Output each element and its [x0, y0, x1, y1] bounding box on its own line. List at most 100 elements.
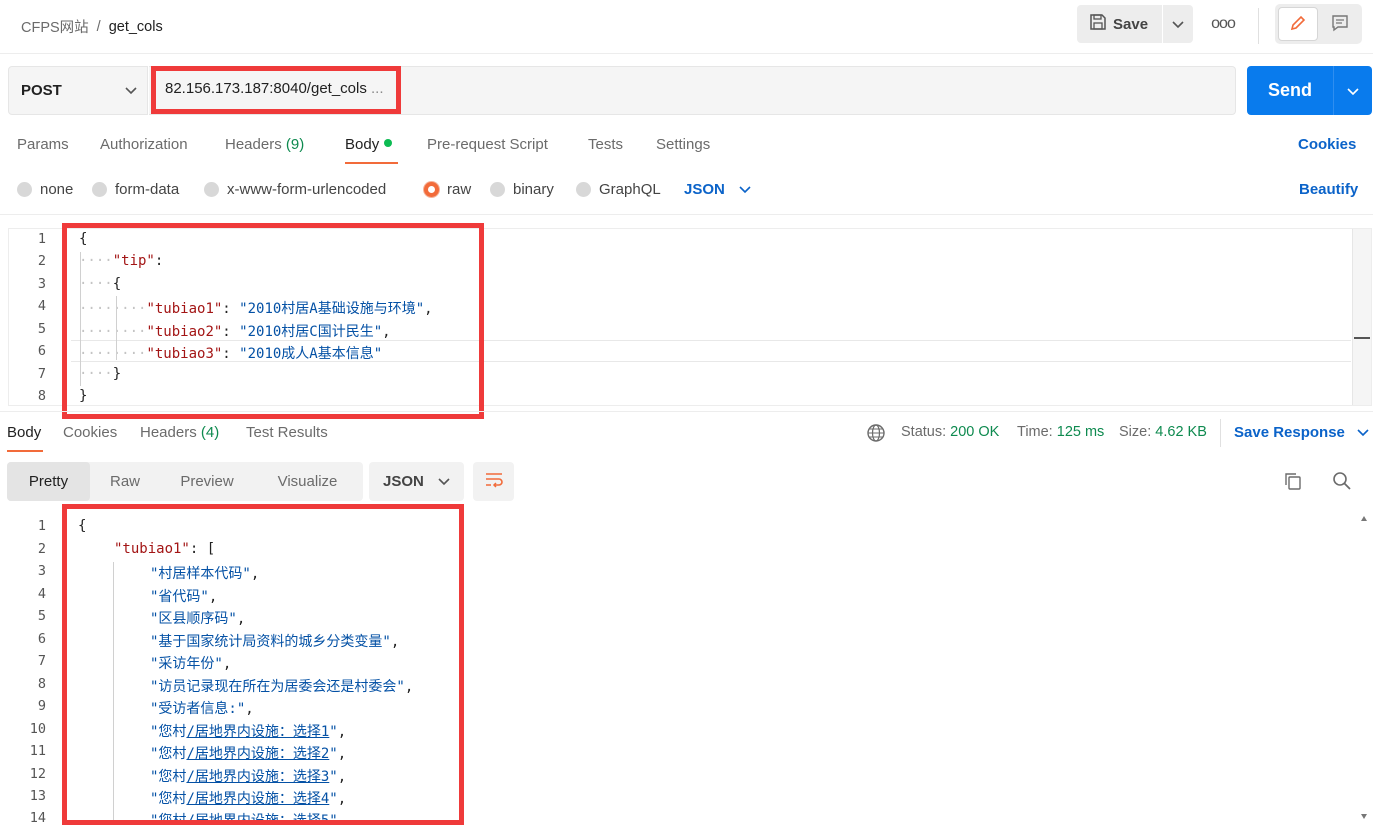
- response-tab-headers[interactable]: Headers (4): [140, 424, 219, 441]
- radio-binary-label: binary: [513, 181, 554, 198]
- divider: [0, 411, 1373, 412]
- line-number: 2: [37, 541, 46, 557]
- response-tab-body[interactable]: Body: [7, 424, 41, 441]
- radio-circle-selected: [424, 182, 439, 197]
- tab-body[interactable]: Body: [345, 136, 393, 153]
- tab-params[interactable]: Params: [17, 136, 69, 153]
- response-size[interactable]: Size: 4.62 KB: [1119, 424, 1207, 440]
- body-format-select[interactable]: JSON: [684, 181, 751, 198]
- tab-settings[interactable]: Settings: [656, 136, 710, 153]
- copy-icon: [1283, 471, 1303, 494]
- radio-raw-label: raw: [447, 181, 472, 198]
- line-number: 13: [29, 788, 46, 804]
- response-format-label: JSON: [383, 473, 424, 490]
- modified-indicator: [384, 139, 393, 147]
- request-name[interactable]: get_cols: [109, 19, 163, 35]
- copy-button[interactable]: [1281, 470, 1305, 494]
- pencil-icon: [1289, 14, 1307, 35]
- cookies-link[interactable]: Cookies: [1298, 136, 1356, 153]
- line-number: 14: [29, 810, 46, 825]
- response-tab-test-results[interactable]: Test Results: [246, 424, 328, 441]
- line-number: 1: [37, 518, 46, 534]
- radio-binary[interactable]: binary: [490, 181, 554, 198]
- tab-tests[interactable]: Tests: [588, 136, 623, 153]
- globe-icon[interactable]: [866, 423, 886, 446]
- radio-raw[interactable]: raw: [424, 181, 471, 198]
- method-label: POST: [21, 82, 62, 99]
- chevron-down-icon: [125, 82, 137, 99]
- radio-circle: [204, 182, 219, 197]
- beautify-button[interactable]: Beautify: [1299, 181, 1358, 198]
- body-format-label: JSON: [684, 181, 725, 198]
- view-pretty[interactable]: Pretty: [7, 462, 90, 501]
- radio-circle: [92, 182, 107, 197]
- radio-none-label: none: [40, 181, 74, 198]
- method-select[interactable]: POST: [8, 66, 148, 115]
- response-tab-headers-count: (4): [200, 424, 220, 441]
- scroll-up-arrow[interactable]: [1361, 516, 1367, 521]
- response-scrollbar[interactable]: [1359, 516, 1367, 821]
- line-number: 8: [37, 388, 46, 404]
- radio-form-data[interactable]: form-data: [92, 181, 179, 198]
- radio-circle: [490, 182, 505, 197]
- scroll-down-arrow[interactable]: [1361, 814, 1367, 819]
- breadcrumb-collection[interactable]: CFPS网站: [21, 16, 89, 37]
- radio-form-data-label: form-data: [115, 181, 180, 198]
- send-options-button[interactable]: [1333, 66, 1372, 115]
- tab-pre-request-script[interactable]: Pre-request Script: [427, 136, 548, 153]
- wrap-lines-button[interactable]: [473, 462, 514, 501]
- save-response-label: Save Response: [1234, 424, 1345, 441]
- line-number: 3: [37, 276, 46, 292]
- divider: [0, 214, 1373, 215]
- more-options-button[interactable]: ooo: [1207, 12, 1239, 36]
- response-time[interactable]: Time: 125 ms: [1017, 424, 1104, 440]
- edit-mode-button[interactable]: [1278, 7, 1318, 41]
- tab-body-label: Body: [345, 136, 380, 153]
- editor-scrollbar[interactable]: [1352, 229, 1371, 405]
- line-number: 7: [37, 653, 46, 669]
- chevron-down-icon: [1357, 424, 1369, 441]
- line-number: 9: [37, 698, 46, 714]
- divider: [1258, 8, 1259, 44]
- radio-none[interactable]: none: [17, 181, 73, 198]
- line-number: 4: [37, 586, 46, 602]
- chevron-down-icon: [1172, 16, 1184, 32]
- view-visualize[interactable]: Visualize: [254, 462, 361, 501]
- time-label: Time:: [1017, 424, 1053, 440]
- save-button[interactable]: Save: [1077, 5, 1162, 43]
- annotation-box-response-body: [62, 504, 464, 825]
- tab-headers[interactable]: Headers (9): [225, 136, 304, 153]
- radio-x-www-form-urlencoded[interactable]: x-www-form-urlencoded: [204, 181, 386, 198]
- line-number: 12: [29, 766, 46, 782]
- annotation-box-url: [151, 66, 401, 114]
- size-value: 4.62 KB: [1155, 424, 1207, 440]
- active-tab-indicator: [7, 450, 43, 452]
- breadcrumb: CFPS网站 / get_cols: [21, 16, 163, 37]
- response-format-select[interactable]: JSON: [369, 462, 464, 501]
- save-response-button[interactable]: Save Response: [1234, 424, 1369, 441]
- line-number: 8: [37, 676, 46, 692]
- radio-graphql[interactable]: GraphQL: [576, 181, 661, 198]
- line-number: 11: [29, 743, 46, 759]
- save-label: Save: [1113, 15, 1149, 33]
- chevron-down-icon: [1347, 83, 1359, 99]
- view-preview[interactable]: Preview: [160, 462, 254, 501]
- line-number: 5: [37, 608, 46, 624]
- documentation-mode-button[interactable]: [1320, 7, 1360, 41]
- send-button[interactable]: Send: [1247, 66, 1333, 115]
- view-mode-toggle: [1275, 4, 1362, 44]
- radio-circle: [17, 182, 32, 197]
- save-options-button[interactable]: [1163, 5, 1193, 43]
- response-status[interactable]: Status: 200 OK: [901, 424, 999, 440]
- tab-authorization[interactable]: Authorization: [100, 136, 188, 153]
- comment-icon: [1331, 14, 1349, 35]
- active-tab-indicator: [345, 162, 398, 164]
- scroll-thumb[interactable]: [1354, 337, 1370, 339]
- search-button[interactable]: [1330, 470, 1354, 494]
- search-icon: [1332, 471, 1352, 494]
- view-raw[interactable]: Raw: [90, 462, 160, 501]
- send-label: Send: [1267, 80, 1312, 100]
- chevron-down-icon: [739, 181, 751, 198]
- response-tab-cookies[interactable]: Cookies: [63, 424, 117, 441]
- tab-headers-label: Headers: [225, 136, 282, 153]
